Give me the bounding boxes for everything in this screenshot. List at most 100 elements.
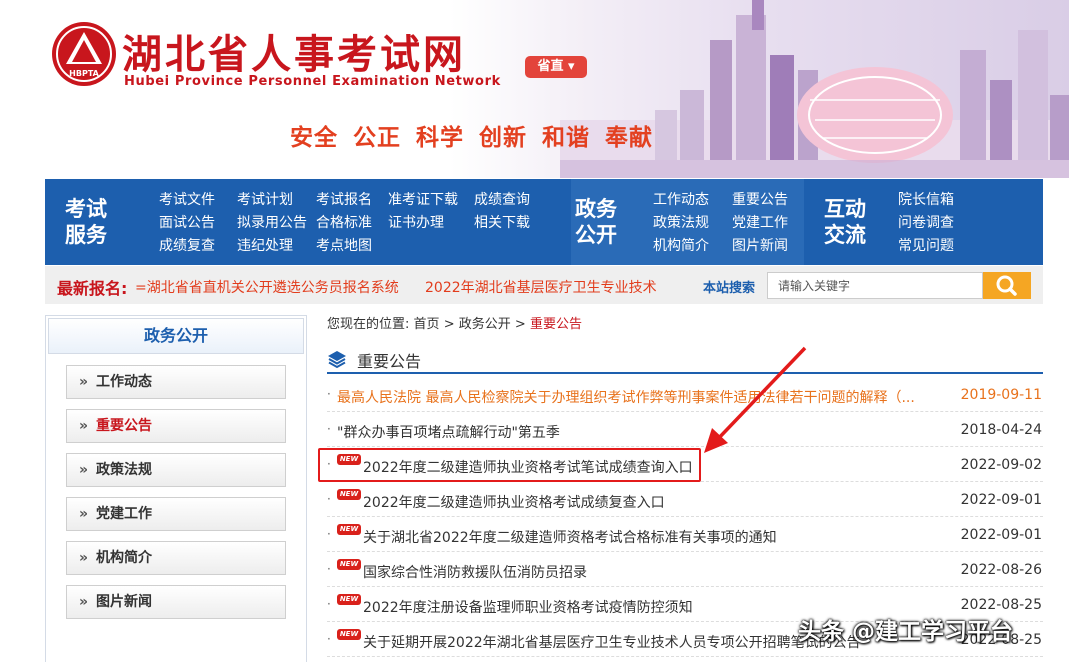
news-date: 2022-09-01 bbox=[960, 527, 1042, 543]
search-button[interactable] bbox=[983, 272, 1031, 299]
site-title[interactable]: 湖北省人事考试网 bbox=[122, 22, 466, 80]
news-title[interactable]: 关于湖北省2022年度二级建造师资格考试合格标准有关事项的通知 bbox=[363, 527, 777, 547]
new-badge-icon: NEW bbox=[337, 524, 361, 535]
nav-link[interactable]: 重要公告 bbox=[732, 189, 804, 209]
latest-item-link[interactable]: =湖北省省直机关公开遴选公务员报名系统 bbox=[135, 277, 399, 297]
sidebar-item-policies[interactable]: » 政策法规 bbox=[66, 453, 286, 487]
search-icon bbox=[996, 275, 1017, 296]
highlight-box bbox=[318, 448, 701, 482]
nav-group-title: 考试 服务 bbox=[65, 196, 107, 247]
latest-item-link[interactable]: 2022年湖北省基层医疗卫生专业技术 bbox=[425, 277, 665, 297]
bullet: · bbox=[327, 387, 331, 401]
nav-link[interactable]: 常见问题 bbox=[898, 235, 970, 255]
sidebar-item-about[interactable]: » 机构简介 bbox=[66, 541, 286, 575]
latest-label: 最新报名: bbox=[57, 279, 128, 298]
news-item[interactable]: · 最高人民法院 最高人民检察院关于办理组织考试作弊等刑事案件适用法律若干问题的… bbox=[327, 377, 1043, 412]
breadcrumb-home[interactable]: 首页 bbox=[414, 317, 440, 332]
site-logo-icon[interactable]: HBPTA bbox=[50, 20, 118, 88]
nav-link[interactable]: 政策法规 bbox=[653, 212, 732, 232]
breadcrumb-separator: > bbox=[443, 317, 455, 332]
new-badge-icon: NEW bbox=[337, 629, 361, 640]
section-title: 重要公告 bbox=[357, 352, 422, 371]
news-item[interactable]: · NEW 关于湖北省2022年度二级建造师资格考试合格标准有关事项的通知 20… bbox=[327, 517, 1043, 552]
nav-link[interactable]: 考试文件 bbox=[159, 189, 237, 209]
news-title[interactable]: 2022年度注册设备监理师职业资格考试疫情防控须知 bbox=[363, 597, 693, 617]
bullet: · bbox=[327, 492, 331, 506]
news-date: 2019-09-11 bbox=[960, 387, 1042, 403]
nav-group-government-affairs: 政务 公开 工作动态 重要公告 政策法规 党建工作 机构简介 图片新闻 bbox=[571, 179, 804, 265]
nav-link[interactable]: 证书办理 bbox=[388, 212, 474, 232]
nav-link[interactable]: 党建工作 bbox=[732, 212, 804, 232]
sidebar-item-photo-news[interactable]: » 图片新闻 bbox=[66, 585, 286, 619]
bullet: · bbox=[327, 562, 331, 576]
site-subtitle-en: Hubei Province Personnel Examination Net… bbox=[124, 74, 501, 89]
nav-link[interactable]: 考点地图 bbox=[316, 235, 388, 255]
nav-link[interactable]: 准考证下载 bbox=[388, 189, 474, 209]
nav-link[interactable]: 面试公告 bbox=[159, 212, 237, 232]
nav-link[interactable]: 机构简介 bbox=[653, 235, 732, 255]
region-label: 省直 bbox=[537, 59, 564, 74]
logo-text: HBPTA bbox=[69, 69, 99, 78]
breadcrumb-current: 重要公告 bbox=[529, 317, 582, 332]
search-input[interactable] bbox=[767, 272, 983, 299]
nav-group-interaction: 互动 交流 院长信箱 问卷调查 常见问题 bbox=[804, 179, 1043, 265]
news-title[interactable]: 国家综合性消防救援队伍消防员招录 bbox=[363, 562, 587, 582]
new-badge-icon: NEW bbox=[337, 594, 361, 605]
site-banner: HBPTA 湖北省人事考试网 Hubei Province Personnel … bbox=[0, 0, 1069, 178]
nav-link[interactable]: 问卷调查 bbox=[898, 212, 970, 232]
slogan: 安全 公正 科学 创新 和谐 奉献 bbox=[290, 125, 654, 151]
nav-link[interactable]: 考试计划 bbox=[237, 189, 316, 209]
nav-link[interactable]: 相关下载 bbox=[474, 212, 554, 232]
news-date: 2022-09-01 bbox=[960, 492, 1042, 508]
nav-link[interactable]: 违纪处理 bbox=[237, 235, 316, 255]
nav-link[interactable]: 考试报名 bbox=[316, 189, 388, 209]
sidebar-item-label: 图片新闻 bbox=[96, 594, 153, 610]
news-title[interactable]: "群众办事百项堵点疏解行动"第五季 bbox=[337, 422, 560, 442]
chevron-right-icon: » bbox=[79, 550, 89, 566]
chevron-right-icon: » bbox=[79, 594, 89, 610]
search-label: 本站搜索 bbox=[703, 281, 756, 296]
sidebar-item-label: 党建工作 bbox=[96, 506, 153, 522]
nav-link[interactable]: 成绩复查 bbox=[159, 235, 237, 255]
nav-link[interactable]: 图片新闻 bbox=[732, 235, 804, 255]
bullet: · bbox=[327, 527, 331, 541]
chevron-right-icon: » bbox=[79, 418, 89, 434]
nav-link[interactable]: 院长信箱 bbox=[898, 189, 970, 209]
nav-group-title: 政务 公开 bbox=[575, 196, 617, 247]
news-item[interactable]: · NEW 国家综合性消防救援队伍消防员招录 2022-08-26 bbox=[327, 552, 1043, 587]
chevron-right-icon: » bbox=[79, 462, 89, 478]
sidebar-title: 政务公开 bbox=[48, 318, 304, 354]
sidebar-item-label: 工作动态 bbox=[96, 374, 153, 390]
news-item[interactable]: · "群众办事百项堵点疏解行动"第五季 2018-04-24 bbox=[327, 412, 1043, 447]
breadcrumb-separator: > bbox=[514, 317, 526, 332]
watermark: 头条 @建工学习平台 bbox=[798, 619, 1014, 645]
sidebar: 政务公开 » 工作动态 » 重要公告 » 政策法规 » 党建工作 » 机构简介 » 图片新闻 bbox=[45, 315, 307, 662]
sidebar-item-party-building[interactable]: » 党建工作 bbox=[66, 497, 286, 531]
bullet: · bbox=[327, 597, 331, 611]
bullet: · bbox=[327, 422, 331, 436]
nav-link[interactable]: 合格标准 bbox=[316, 212, 388, 232]
nav-group-exam-service: 考试 服务 考试文件 考试计划 考试报名 准考证下载 成绩查询 面试公告 拟录用公… bbox=[45, 179, 571, 265]
news-title[interactable]: 最高人民法院 最高人民检察院关于办理组织考试作弊等刑事案件适用法律若干问题的解释… bbox=[337, 387, 917, 407]
nav-link[interactable]: 拟录用公告 bbox=[237, 212, 316, 232]
chevron-right-icon: » bbox=[79, 506, 89, 522]
latest-registration-bar: 最新报名: =湖北省省直机关公开遴选公务员报名系统 2022年湖北省基层医疗卫生… bbox=[45, 266, 1043, 304]
annotation-arrow-icon bbox=[704, 346, 807, 453]
section-header: 重要公告 bbox=[327, 344, 1043, 374]
news-date: 2022-09-02 bbox=[960, 457, 1042, 473]
sidebar-item-work-news[interactable]: » 工作动态 bbox=[66, 365, 286, 399]
breadcrumb-prefix: 您现在的位置: bbox=[327, 317, 410, 332]
news-date: 2022-08-26 bbox=[960, 562, 1042, 578]
news-date: 2022-08-25 bbox=[960, 597, 1042, 613]
bullet: · bbox=[327, 632, 331, 646]
new-badge-icon: NEW bbox=[337, 489, 361, 500]
region-dropdown[interactable]: 省直 ▾ bbox=[525, 56, 587, 78]
sidebar-item-important-notices[interactable]: » 重要公告 bbox=[66, 409, 286, 443]
news-date: 2018-04-24 bbox=[960, 422, 1042, 438]
news-title[interactable]: 2022年度二级建造师执业资格考试成绩复查入口 bbox=[363, 492, 665, 512]
sidebar-item-label: 机构简介 bbox=[96, 550, 153, 566]
news-item[interactable]: · NEW 2022年度二级建造师执业资格考试成绩复查入口 2022-09-01 bbox=[327, 482, 1043, 517]
nav-link[interactable]: 成绩查询 bbox=[474, 189, 554, 209]
nav-link[interactable]: 工作动态 bbox=[653, 189, 732, 209]
breadcrumb-section[interactable]: 政务公开 bbox=[459, 317, 511, 332]
